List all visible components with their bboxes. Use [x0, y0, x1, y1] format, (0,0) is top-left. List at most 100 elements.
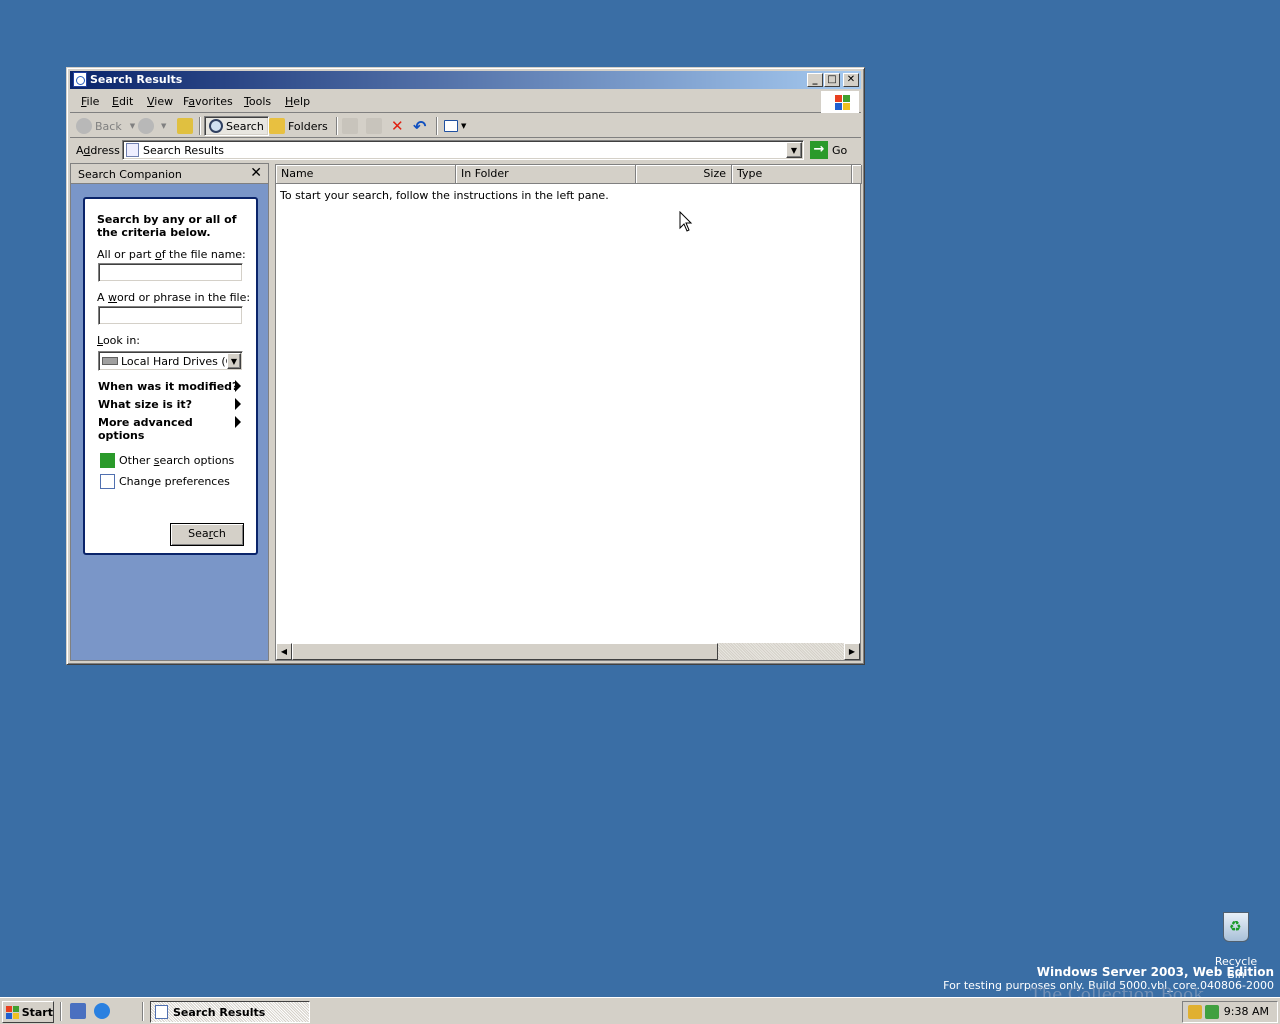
lookin-select[interactable]: Local Hard Drives (C:) ▼: [98, 351, 243, 371]
preferences-check-icon: [100, 474, 115, 489]
windows-flag-icon: [821, 91, 859, 113]
forward-dropdown-icon[interactable]: ▼: [161, 122, 166, 130]
go-button[interactable]: → Go: [810, 141, 847, 159]
toolbar-separator: [199, 117, 201, 135]
taskbar-button-search-results[interactable]: Search Results: [150, 1001, 310, 1023]
start-button[interactable]: Start: [2, 1001, 54, 1023]
filename-label: All or part of the file name:: [97, 248, 246, 261]
copy-to-icon: [366, 118, 382, 134]
back-button[interactable]: Back ▼: [76, 116, 135, 136]
address-dropdown-button[interactable]: ▼: [786, 142, 802, 158]
search-companion-header: Search Companion ✕: [71, 164, 268, 184]
menu-help[interactable]: Help: [285, 95, 310, 108]
quicklaunch-desktop-icon[interactable]: [70, 1003, 86, 1019]
windows-flag-icon: [6, 1005, 19, 1019]
scroll-left-button[interactable]: ◀: [276, 643, 292, 660]
search-results-icon: [126, 143, 139, 157]
search-submit-button[interactable]: Search: [170, 523, 244, 546]
phrase-input[interactable]: [98, 306, 243, 325]
views-button[interactable]: ▼: [444, 116, 466, 136]
move-to-icon: [342, 118, 358, 134]
phrase-label: A word or phrase in the file:: [97, 291, 251, 304]
taskbar-separator: [142, 1002, 144, 1021]
lookin-label: Look in:: [97, 334, 140, 347]
filename-input[interactable]: [98, 263, 243, 282]
toolbar-separator: [436, 117, 438, 135]
undo-icon: ↶: [413, 116, 427, 136]
expand-arrow-icon[interactable]: [235, 416, 241, 428]
copy-to-button[interactable]: [366, 116, 385, 136]
move-to-button[interactable]: [342, 116, 361, 136]
change-preferences-link[interactable]: Change preferences: [119, 475, 230, 488]
tray-icon-2[interactable]: [1205, 1005, 1219, 1019]
search-results-window: Search Results _ □ ✕ File Edit View Favo…: [66, 67, 865, 665]
column-name[interactable]: Name: [276, 165, 456, 184]
search-companion-pane: Search Companion ✕ Search by any or all …: [70, 163, 269, 661]
menu-tools[interactable]: Tools: [244, 95, 271, 108]
views-dropdown-icon: ▼: [461, 122, 467, 130]
column-overflow[interactable]: [852, 165, 862, 184]
other-search-options-link[interactable]: Other search options: [119, 454, 234, 467]
quicklaunch-ie-icon[interactable]: [94, 1003, 110, 1019]
mouse-cursor-icon: [679, 211, 693, 232]
views-grid-icon: [444, 120, 458, 132]
window-title: Search Results: [90, 73, 183, 86]
address-bar: Address Search Results ▼ → Go: [70, 139, 861, 161]
what-size-toggle[interactable]: What size is it?: [98, 398, 192, 411]
menu-bar: File Edit View Favorites Tools Help: [70, 91, 861, 113]
delete-x-icon: ✕: [391, 117, 404, 135]
back-arrow-icon: [76, 118, 92, 134]
expand-arrow-icon[interactable]: [235, 380, 241, 392]
when-modified-toggle[interactable]: When was it modified?: [98, 380, 238, 393]
more-advanced-toggle[interactable]: More advanced options: [98, 416, 198, 442]
taskbar: Start Search Results 9:38 AM: [0, 997, 1280, 1024]
title-bar[interactable]: Search Results _ □ ✕: [70, 71, 861, 89]
maximize-button[interactable]: □: [824, 73, 840, 87]
up-button[interactable]: [177, 116, 196, 136]
clock[interactable]: 9:38 AM: [1224, 1005, 1269, 1018]
tray-icon-1[interactable]: [1188, 1005, 1202, 1019]
folders-button[interactable]: Folders: [269, 116, 328, 136]
column-in-folder[interactable]: In Folder: [456, 165, 636, 184]
menu-edit[interactable]: Edit: [112, 95, 133, 108]
system-tray: 9:38 AM: [1182, 1001, 1278, 1023]
search-button[interactable]: Search: [204, 116, 269, 136]
address-input[interactable]: Search Results ▼: [122, 140, 804, 160]
address-label: Address: [76, 144, 120, 157]
expand-arrow-icon[interactable]: [235, 398, 241, 410]
close-pane-icon[interactable]: ✕: [250, 165, 262, 181]
go-arrow-icon: →: [810, 141, 828, 159]
os-title: Windows Server 2003, Web Edition: [1036, 965, 1274, 979]
search-hint-text: To start your search, follow the instruc…: [280, 189, 609, 202]
column-type[interactable]: Type: [732, 165, 852, 184]
folder-icon: [269, 118, 285, 134]
scroll-right-button[interactable]: ▶: [844, 643, 860, 660]
minimize-button[interactable]: _: [807, 73, 823, 87]
menu-favorites[interactable]: Favorites: [183, 95, 233, 108]
column-size[interactable]: Size: [636, 165, 732, 184]
close-button[interactable]: ✕: [843, 73, 859, 87]
toolbar-separator: [336, 117, 338, 135]
taskbar-separator: [60, 1002, 62, 1021]
search-results-icon: [155, 1005, 168, 1019]
forward-button[interactable]: ▼: [138, 116, 166, 136]
scroll-thumb[interactable]: [292, 643, 718, 660]
green-arrow-icon: [100, 453, 115, 468]
delete-button[interactable]: ✕: [391, 116, 404, 136]
folder-up-icon: [177, 118, 193, 134]
horizontal-scrollbar[interactable]: ◀ ▶: [276, 643, 860, 660]
search-results-icon: [73, 72, 87, 87]
back-dropdown-icon[interactable]: ▼: [130, 122, 135, 130]
column-header-row: Name In Folder Size Type: [276, 165, 862, 184]
magnifier-icon: [209, 119, 223, 133]
undo-button[interactable]: ↶: [413, 116, 426, 136]
search-companion-title: Search Companion: [78, 168, 182, 181]
standard-toolbar: Back ▼ ▼ Search Folders ✕ ↶ ▼: [70, 114, 861, 138]
menu-view[interactable]: View: [147, 95, 173, 108]
hard-drive-icon: [102, 357, 118, 365]
search-criteria-card: Search by any or all of the criteria bel…: [83, 197, 258, 555]
lookin-dropdown-button[interactable]: ▼: [227, 353, 241, 369]
results-list-pane[interactable]: Name In Folder Size Type To start your s…: [275, 164, 862, 661]
search-heading: Search by any or all of the criteria bel…: [97, 213, 237, 239]
menu-file[interactable]: File: [81, 95, 99, 108]
